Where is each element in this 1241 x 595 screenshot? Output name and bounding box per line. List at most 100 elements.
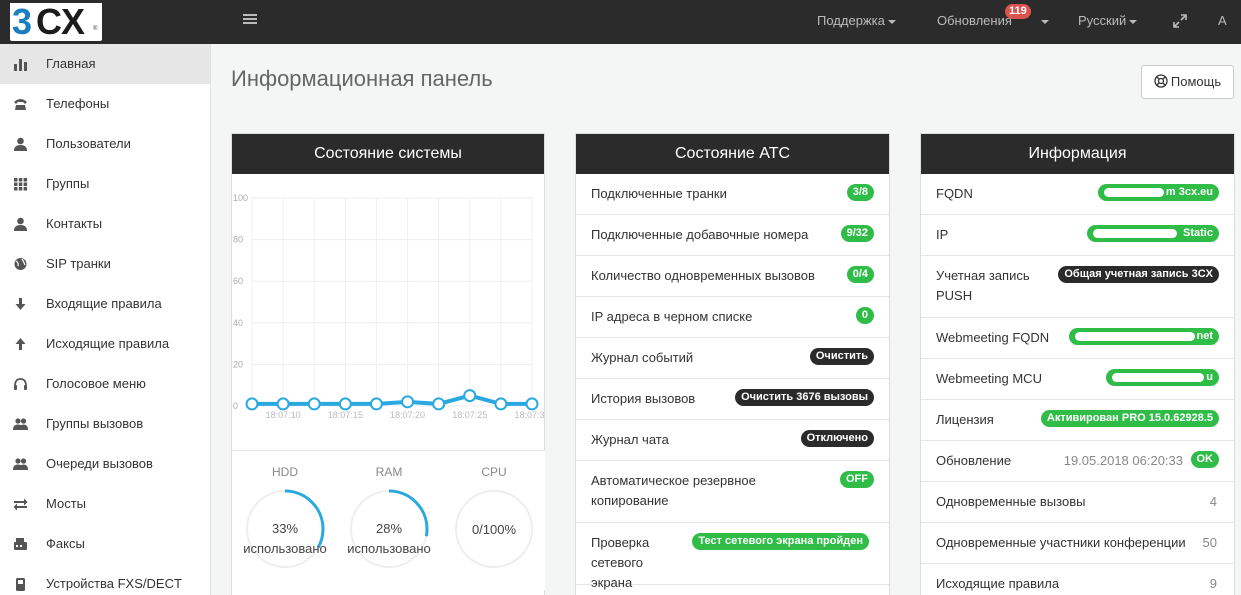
bar-chart-icon [14, 59, 27, 71]
sidebar-item-5[interactable]: Контакты [0, 204, 210, 244]
pbx-row-value: 3/8 [846, 184, 874, 201]
y-tick-label: 100 [233, 193, 248, 203]
usage-chart: 100 80 60 40 20 0 18:07:10 18:07:15 18:07:20 18:0… [232, 174, 550, 450]
pbx-row: Проверка сетевого экрана Тест сетевого эк… [576, 523, 889, 590]
pbx-row-value: OFF [840, 471, 874, 488]
gauge-value: 28% [375, 521, 403, 536]
data-point [463, 389, 477, 403]
info-panel: Информация FQDN m 3cx.eu IP Static Учетн… [920, 133, 1235, 595]
support-label: Поддержка [817, 13, 885, 28]
pbx-row: Количество одновременных вызовов 0/4 [576, 256, 889, 297]
sidebar-item-8[interactable]: Исходящие правила [0, 324, 210, 364]
y-tick-label: 0 [233, 401, 238, 411]
support-menu[interactable]: Поддержка [817, 0, 896, 44]
sidebar-item-3[interactable]: Пользователи [0, 124, 210, 164]
sidebar-item-label: Пользователи [46, 136, 131, 151]
info-row-ip: IP Static [921, 215, 1234, 256]
updates-menu[interactable]: Обновления [937, 0, 1012, 44]
webmeeting-fqdn-value: net [1068, 328, 1219, 345]
sidebar-item-12[interactable]: Мосты [0, 484, 210, 524]
sidebar-item-label: Мосты [46, 496, 87, 511]
sidebar-item-2[interactable]: Телефоны [0, 84, 210, 124]
sidebar-item-6[interactable]: SIP транки [0, 244, 210, 284]
chevron-down-icon [1041, 19, 1049, 24]
data-point [525, 397, 539, 411]
x-tick-label: 18:07:30 [514, 410, 545, 420]
pbx-row-value: 9/32 [840, 225, 874, 242]
gauge-value: 33% [271, 521, 299, 536]
info-label: IP [936, 227, 949, 242]
user-icon [14, 137, 27, 151]
gauge-title: RAM [375, 465, 403, 479]
info-label: Одновременные вызовы [936, 494, 1086, 509]
contact-icon [14, 217, 27, 231]
info-label: Одновременные участники конференции [936, 535, 1186, 550]
sidebar-item-label: Голосовое меню [46, 376, 146, 391]
sidebar-item-label: Устройства FXS/DECT [46, 576, 182, 591]
pbx-row-value[interactable]: Очистить [809, 348, 874, 365]
updates-dropdown[interactable] [1038, 0, 1049, 44]
sidebar-item-11[interactable]: Очереди вызовов [0, 444, 210, 484]
license-value: Активирован PRO 15.0.62928.5 [1040, 410, 1219, 427]
info-row-fqdn: FQDN m 3cx.eu [921, 174, 1234, 215]
x-tick-label: 18:07:15 [328, 410, 363, 420]
y-tick-label: 80 [233, 235, 243, 245]
pbx-row-label: Количество одновременных вызовов [591, 268, 815, 283]
pbx-row-label: Подключенные транки [591, 186, 727, 201]
data-point [432, 397, 446, 411]
sidebar-item-1[interactable]: Главная [0, 44, 210, 84]
pbx-row: История вызовов Очистить 3676 вызовы [576, 379, 889, 420]
pbx-row: Подключенные транки 3/8 [576, 174, 889, 215]
users-icon [13, 418, 28, 430]
pbx-row-label: Проверка сетевого экрана [591, 535, 650, 590]
pbx-row-value[interactable]: Очистить 3676 вызовы [735, 389, 874, 406]
headset-icon [14, 378, 27, 390]
fullscreen-icon[interactable] [1172, 13, 1188, 29]
info-row-concurrent-calls: Одновременные вызовы 4 [921, 482, 1234, 523]
sidebar-item-4[interactable]: Группы [0, 164, 210, 204]
concurrent-calls-value: 4 [1209, 494, 1217, 509]
sidebar-item-7[interactable]: Входящие правила [0, 284, 210, 324]
conference-value: 50 [1202, 535, 1217, 550]
gauge-title: HDD [272, 465, 298, 479]
phone-icon [14, 99, 27, 110]
info-label: FQDN [936, 186, 973, 201]
language-menu[interactable]: Русский [1078, 0, 1138, 44]
data-point [307, 397, 321, 411]
logo[interactable]: 3 CX ® [10, 3, 102, 41]
user-menu[interactable]: A [1218, 0, 1227, 44]
panel-title: Информация [921, 134, 1234, 174]
pbx-row: Журнал событий Очистить [576, 338, 889, 379]
sidebar-item-label: SIP транки [46, 256, 111, 271]
pbx-row-label: IP адреса в черном списке [591, 309, 753, 324]
help-button[interactable]: Помощь [1141, 65, 1234, 99]
user-label: A [1218, 13, 1227, 28]
panel-title: Состояние системы [232, 134, 544, 174]
menu-toggle-icon[interactable] [243, 12, 259, 28]
info-label: Webmeeting FQDN [936, 330, 1050, 345]
pbx-row-value[interactable]: Отключено [800, 430, 874, 447]
chevron-down-icon [1129, 19, 1138, 24]
sidebar: Главная Телефоны Пользователи Группы Контакт… [0, 44, 211, 595]
chevron-down-icon [887, 19, 896, 24]
data-point [245, 397, 259, 411]
device-icon [16, 578, 25, 591]
sidebar-item-9[interactable]: Голосовое меню [0, 364, 210, 404]
x-tick-label: 18:07:20 [390, 410, 425, 420]
fqdn-value: m 3cx.eu [1097, 184, 1219, 201]
info-label: Лицензия [936, 412, 994, 427]
pbx-row-value: 0 [855, 307, 874, 324]
pbx-row-label: Журнал событий [591, 350, 694, 365]
sidebar-item-14[interactable]: Устройства FXS/DECT [0, 564, 210, 595]
data-point [494, 397, 508, 411]
sidebar-item-13[interactable]: Факсы [0, 524, 210, 564]
sidebar-item-label: Телефоны [46, 96, 110, 111]
sidebar-item-10[interactable]: Группы вызовов [0, 404, 210, 444]
pbx-row-label: Журнал чата [591, 432, 669, 447]
update-status-badge[interactable]: OK [1190, 451, 1219, 468]
y-tick-label: 20 [233, 359, 243, 369]
globe-icon [14, 258, 27, 270]
data-point [338, 397, 352, 411]
lifebuoy-icon [1154, 74, 1168, 88]
x-tick-label: 18:07:25 [452, 410, 487, 420]
